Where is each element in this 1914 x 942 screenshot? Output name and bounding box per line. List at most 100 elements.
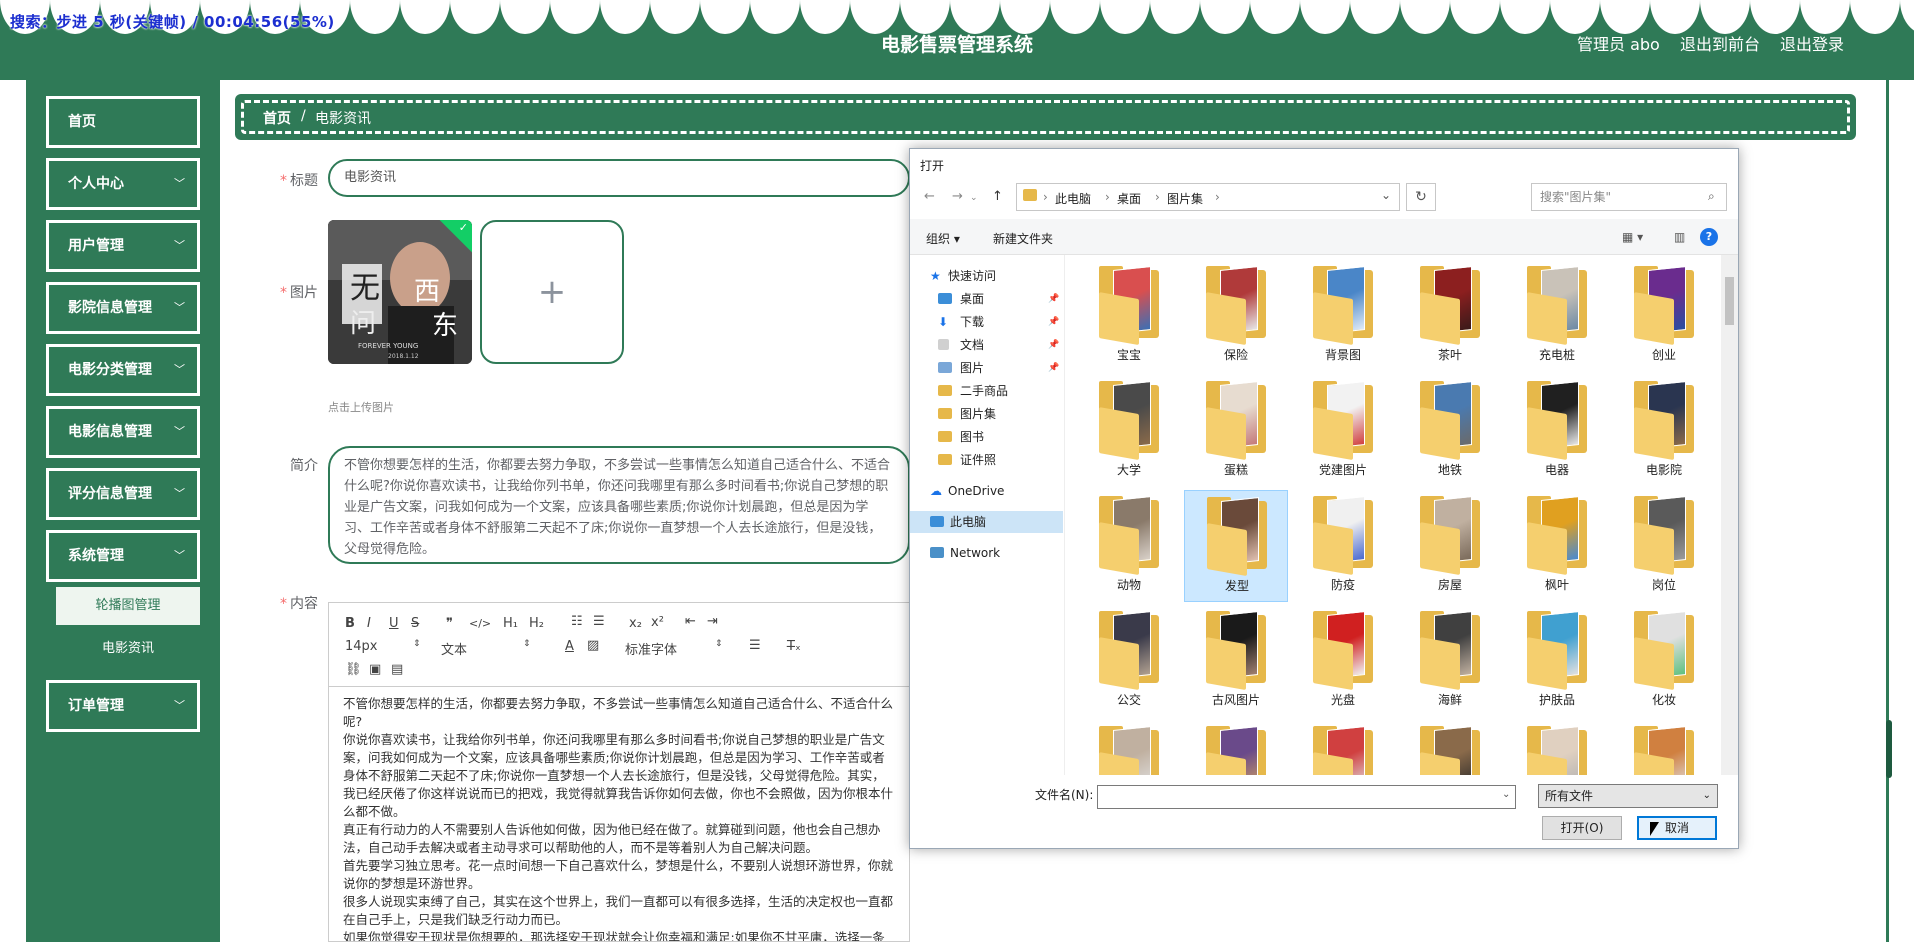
intro-textarea[interactable]: 不管你想要怎样的生活，你都要去努力争取，不多尝试一些事情怎么知道自己适合什么、不… (328, 446, 910, 564)
strike-button[interactable]: S (411, 616, 419, 631)
folder-tile[interactable]: 护肤品 (1505, 605, 1609, 717)
forward-arrow-icon[interactable]: → (952, 189, 963, 204)
folder-tile[interactable] (1612, 720, 1716, 775)
folder-tile[interactable]: 化妆 (1612, 605, 1716, 717)
folder-tile[interactable] (1291, 720, 1395, 775)
sidebar-item-rating-management[interactable]: 评分信息管理 ﹀ (46, 468, 200, 520)
nav-this-pc[interactable]: 此电脑 (910, 511, 1063, 533)
quote-button[interactable]: ❞ (446, 616, 453, 631)
folder-tile[interactable]: 地铁 (1398, 375, 1502, 487)
folder-tile[interactable]: 党建图片 (1291, 375, 1395, 487)
up-arrow-icon[interactable]: ↑ (992, 189, 1003, 204)
superscript-button[interactable]: x² (651, 615, 664, 630)
address-segment[interactable]: 此电脑 (1055, 190, 1091, 207)
font-color-button[interactable]: A (565, 639, 574, 654)
folder-tile[interactable]: 发型 (1184, 490, 1288, 602)
nav-quick-access[interactable]: ★ 快速访问 (910, 265, 1063, 287)
folder-tile[interactable] (1077, 720, 1181, 775)
folder-tile[interactable]: 保险 (1184, 260, 1288, 372)
admin-user-label[interactable]: 管理员 abo (1577, 31, 1660, 55)
font-family-select[interactable]: 标准字体 (625, 639, 677, 658)
italic-button[interactable]: I (367, 616, 371, 631)
folder-tile[interactable]: 岗位 (1612, 490, 1716, 602)
folder-tile[interactable]: 电影院 (1612, 375, 1716, 487)
editor-body[interactable]: 不管你想要怎样的生活，你都要去努力争取，不多尝试一些事情怎么知道自己适合什么、不… (329, 687, 909, 941)
organize-button[interactable]: 组织 ▾ (926, 230, 960, 247)
chevron-down-icon[interactable]: ⌄ (970, 193, 978, 203)
nav-desktop[interactable]: 桌面 📌 (910, 288, 1063, 310)
pane-icon[interactable]: ▥ (1674, 230, 1685, 244)
refresh-icon[interactable]: ↻ (1406, 183, 1436, 211)
folder-tile[interactable]: 公交 (1077, 605, 1181, 717)
sidebar-item-home[interactable]: 首页 (46, 96, 200, 148)
sidebar-subitem-movie-news[interactable]: 电影资讯 (56, 630, 200, 668)
bold-button[interactable]: B (345, 616, 355, 631)
back-arrow-icon[interactable]: ← (924, 189, 935, 204)
folder-tile[interactable]: 房屋 (1398, 490, 1502, 602)
text-type-select[interactable]: 文本 (441, 639, 467, 658)
logout-link[interactable]: 退出登录 (1780, 31, 1844, 55)
folder-tile[interactable]: 古风图片 (1184, 605, 1288, 717)
page-scrollbar[interactable] (1886, 80, 1914, 942)
background-color-icon[interactable]: ▨ (587, 638, 599, 653)
folder-tile[interactable] (1505, 720, 1609, 775)
folder-tile[interactable]: 海鲜 (1398, 605, 1502, 717)
new-folder-button[interactable]: 新建文件夹 (993, 230, 1053, 247)
sidebar-item-personal-center[interactable]: 个人中心 ﹀ (46, 158, 200, 210)
address-segment[interactable]: 桌面 (1117, 190, 1141, 207)
sidebar-item-user-management[interactable]: 用户管理 ﹀ (46, 220, 200, 272)
nav-folder[interactable]: 图书 (910, 426, 1063, 448)
folder-tile[interactable] (1398, 720, 1502, 775)
view-icon[interactable]: ▦ ▾ (1622, 230, 1643, 244)
folder-tile[interactable]: 创业 (1612, 260, 1716, 372)
image-icon[interactable]: ▣ (369, 662, 381, 677)
help-icon[interactable]: ? (1700, 228, 1718, 246)
nav-onedrive[interactable]: ☁ OneDrive (910, 480, 1063, 502)
folder-tile[interactable]: 防疫 (1291, 490, 1395, 602)
breadcrumb-home[interactable]: 首页 (263, 108, 291, 128)
filetype-select[interactable]: 所有文件 ⌄ (1538, 784, 1718, 808)
back-to-front-link[interactable]: 退出到前台 (1680, 31, 1760, 55)
folder-tile[interactable]: 茶叶 (1398, 260, 1502, 372)
folder-tile[interactable]: 大学 (1077, 375, 1181, 487)
align-icon[interactable]: ☰ (749, 638, 761, 653)
folder-tile[interactable]: 宝宝 (1077, 260, 1181, 372)
chevron-down-icon[interactable]: ⌄ (1381, 188, 1391, 202)
folder-tile[interactable]: 背景图 (1291, 260, 1395, 372)
folder-tile[interactable]: 动物 (1077, 490, 1181, 602)
filename-input[interactable] (1097, 785, 1516, 809)
outdent-icon[interactable]: ⇤ (685, 614, 696, 629)
chevron-down-icon[interactable]: ⌄ (1502, 789, 1510, 800)
video-icon[interactable]: ▤ (391, 662, 403, 677)
nav-pictures[interactable]: 图片 📌 (910, 357, 1063, 379)
underline-button[interactable]: U (389, 616, 399, 631)
folder-tile[interactable]: 枫叶 (1505, 490, 1609, 602)
sidebar-item-movie-management[interactable]: 电影信息管理 ﹀ (46, 406, 200, 458)
sidebar-item-order-management[interactable]: 订单管理 ﹀ (46, 680, 200, 732)
search-input[interactable]: 搜索"图片集" (1531, 183, 1727, 211)
open-button[interactable]: 打开(O) (1542, 816, 1622, 840)
sidebar-item-cinema-management[interactable]: 影院信息管理 ﹀ (46, 282, 200, 334)
address-bar[interactable]: › 此电脑 › 桌面 › 图片集 › ⌄ (1016, 183, 1400, 211)
ordered-list-icon[interactable]: ☷ (571, 614, 583, 629)
h2-button[interactable]: H₂ (529, 616, 544, 631)
h1-button[interactable]: H₁ (503, 616, 518, 631)
clear-format-button[interactable]: T̶ₓ (787, 639, 801, 654)
address-segment[interactable]: 图片集 (1167, 190, 1203, 207)
scrollbar-thumb[interactable] (1886, 720, 1892, 778)
nav-downloads[interactable]: ⬇ 下载 📌 (910, 311, 1063, 333)
file-list-scrollbar[interactable] (1721, 255, 1738, 775)
title-input[interactable]: 电影资讯 (328, 159, 910, 197)
upload-image-button[interactable]: + (480, 220, 624, 364)
folder-tile[interactable]: 蛋糕 (1184, 375, 1288, 487)
font-size-select[interactable]: 14px (345, 639, 378, 654)
indent-icon[interactable]: ⇥ (707, 614, 718, 629)
nav-documents[interactable]: 文档 📌 (910, 334, 1063, 356)
folder-tile[interactable]: 光盘 (1291, 605, 1395, 717)
link-icon[interactable]: ⛓ (345, 662, 362, 677)
cancel-button[interactable]: 取消 (1637, 816, 1717, 840)
scrollbar-thumb[interactable] (1725, 277, 1734, 325)
sidebar-item-category-management[interactable]: 电影分类管理 ﹀ (46, 344, 200, 396)
folder-tile[interactable]: 电器 (1505, 375, 1609, 487)
folder-tile[interactable]: 充电桩 (1505, 260, 1609, 372)
